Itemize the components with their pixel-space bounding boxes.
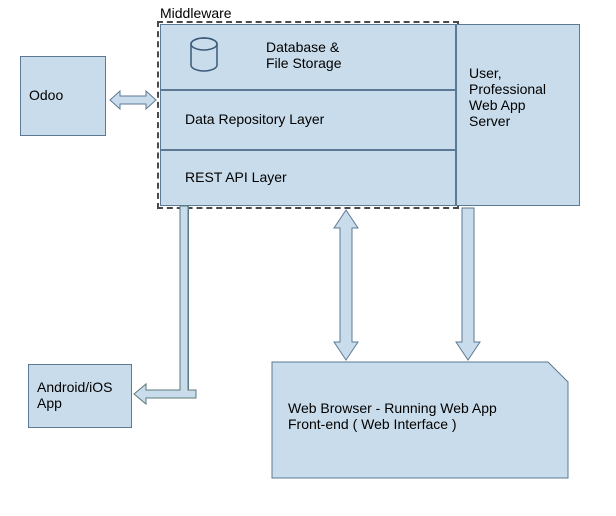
middleware-rest-box: REST API Layer — [160, 150, 456, 206]
database-icon — [189, 37, 219, 73]
middleware-db-box: Database & File Storage — [160, 24, 456, 90]
server-box: User, Professional Web App Server — [456, 24, 580, 206]
arrow-odoo-middleware — [106, 88, 160, 112]
odoo-box: Odoo — [20, 56, 106, 136]
odoo-label: Odoo — [29, 87, 63, 103]
arrow-server-browser — [450, 208, 486, 362]
middleware-db-label: Database & File Storage — [266, 39, 341, 71]
server-label: User, Professional Web App Server — [469, 65, 546, 129]
middleware-title: Middleware — [160, 5, 232, 21]
app-label: Android/iOS App — [37, 379, 112, 411]
browser-label: Web Browser - Running Web App Front-end … — [288, 400, 497, 432]
arrow-rest-app — [130, 206, 208, 406]
app-box: Android/iOS App — [28, 364, 132, 428]
middleware-rest-label: REST API Layer — [185, 169, 287, 185]
arrow-middleware-browser — [328, 208, 364, 362]
middleware-repo-box: Data Repository Layer — [160, 90, 456, 150]
middleware-repo-label: Data Repository Layer — [185, 111, 324, 127]
architecture-diagram: Middleware Database & File Storage Data … — [0, 0, 616, 516]
